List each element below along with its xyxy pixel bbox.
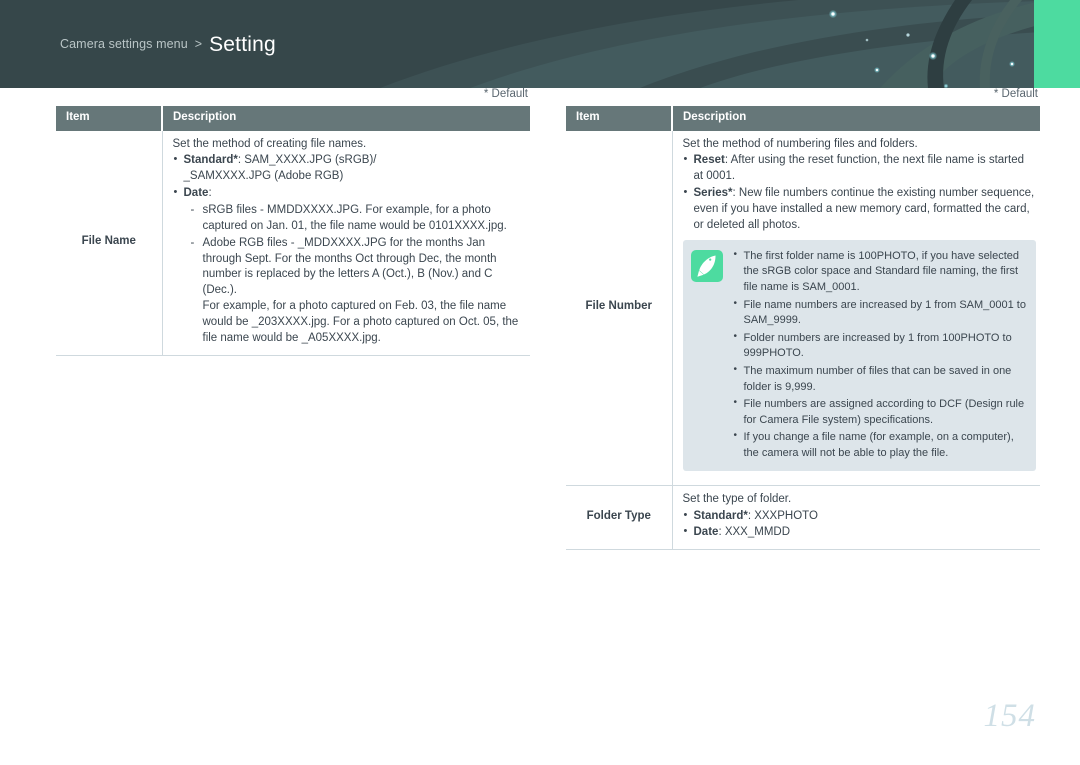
table-row: File Name Set the method of creating fil…	[56, 130, 530, 356]
option-value: : XXXPHOTO	[747, 509, 818, 522]
row-description: Set the method of creating file names. S…	[162, 130, 530, 356]
note-callout-box: The first folder name is 100PHOTO, if yo…	[682, 239, 1036, 471]
list-item: The maximum number of files that can be …	[732, 363, 1027, 395]
list-item: Standard*: SAM_XXXX.JPG (sRGB)/ _SAMXXXX…	[173, 152, 527, 185]
list-item: Adobe RGB files - _MDDXXXX.JPG for the m…	[190, 236, 527, 347]
sub-item-paragraph: For example, for a photo captured on Feb…	[202, 300, 519, 344]
list-item: Reset: After using the reset function, t…	[683, 152, 1037, 185]
breadcrumb-parent: Camera settings menu	[60, 37, 188, 51]
row-description: Set the type of folder. Standard*: XXXPH…	[672, 485, 1040, 551]
column-header-description: Description	[672, 105, 1040, 131]
row-description: Set the method of numbering files and fo…	[672, 130, 1040, 486]
option-value: : New file numbers continue the existing…	[693, 187, 1035, 231]
column-header-description: Description	[162, 105, 530, 131]
list-item: File name numbers are increased by 1 fro…	[732, 297, 1027, 329]
description-lead: Set the type of folder.	[682, 492, 792, 505]
list-item: The first folder name is 100PHOTO, if yo…	[732, 248, 1027, 296]
list-item: Series*: New file numbers continue the e…	[683, 185, 1037, 234]
pencil-glyph	[696, 255, 716, 277]
page-number: 154	[983, 698, 1036, 734]
left-default-marker: * Default	[483, 88, 528, 100]
page-title: Setting	[209, 33, 276, 56]
description-bullet-list: Standard*: SAM_XXXX.JPG (sRGB)/ _SAMXXXX…	[173, 152, 527, 347]
option-label-standard: Standard	[693, 509, 744, 522]
option-value-continued: _SAMXXXX.JPG (Adobe RGB)	[183, 170, 344, 183]
option-label-standard: Standard	[183, 154, 234, 167]
column-header-item: Item	[56, 105, 163, 131]
pencil-note-icon	[690, 249, 723, 282]
note-list: The first folder name is 100PHOTO, if yo…	[732, 248, 1027, 462]
list-item: Date: XXX_MMDD	[683, 524, 1037, 541]
list-item: File numbers are assigned according to D…	[732, 396, 1027, 428]
table-header-row: Item Description	[56, 105, 530, 131]
header-accent-strip	[1034, 0, 1080, 88]
right-column: * Default Item Description File Number S…	[566, 88, 1040, 551]
sub-item-text: Adobe RGB files - _MDDXXXX.JPG for the m…	[202, 236, 497, 297]
option-value: : After using the reset function, the ne…	[693, 154, 1025, 183]
left-column: * Default Item Description File Name Set…	[56, 88, 530, 356]
list-item: Standard*: XXXPHOTO	[683, 508, 1037, 525]
page-header-banner: Camera settings menu > Setting	[0, 0, 1080, 88]
date-sub-list: sRGB files - MMDDXXXX.JPG. For example, …	[190, 203, 527, 347]
sub-item-text: sRGB files - MMDDXXXX.JPG. For example, …	[202, 204, 507, 232]
breadcrumb: Camera settings menu > Setting	[60, 0, 276, 88]
description-lead: Set the method of creating file names.	[172, 137, 367, 150]
right-default-marker: * Default	[993, 88, 1038, 100]
list-item: If you change a file name (for example, …	[732, 429, 1027, 461]
option-label-date: Date	[693, 526, 719, 539]
file-number-settings-table: Item Description File Number Set the met…	[566, 105, 1040, 551]
description-bullet-list: Reset: After using the reset function, t…	[683, 152, 1037, 234]
row-item-label: Folder Type	[566, 485, 673, 551]
column-header-item: Item	[566, 105, 673, 131]
page-content: * Default Item Description File Name Set…	[0, 88, 1080, 765]
row-item-label: File Number	[566, 130, 673, 486]
description-bullet-list: Standard*: XXXPHOTO Date: XXX_MMDD	[683, 508, 1037, 542]
table-row: Folder Type Set the type of folder. Stan…	[566, 485, 1040, 551]
description-lead: Set the method of numbering files and fo…	[682, 137, 918, 150]
option-label-series: Series	[693, 187, 729, 200]
option-label-reset: Reset	[693, 154, 725, 167]
table-row: File Number Set the method of numbering …	[566, 130, 1040, 486]
list-item: sRGB files - MMDDXXXX.JPG. For example, …	[190, 203, 527, 235]
option-value: : SAM_XXXX.JPG (sRGB)/	[237, 154, 377, 167]
option-value: : XXX_MMDD	[718, 526, 791, 539]
file-name-settings-table: Item Description File Name Set the metho…	[56, 105, 530, 356]
table-header-row: Item Description	[566, 105, 1040, 131]
row-item-label: File Name	[56, 130, 163, 356]
option-label-date: Date	[183, 187, 209, 200]
list-item: Date: sRGB files - MMDDXXXX.JPG. For exa…	[173, 185, 527, 347]
list-item: Folder numbers are increased by 1 from 1…	[732, 330, 1027, 362]
option-value: :	[208, 187, 212, 200]
breadcrumb-separator-icon: >	[194, 37, 203, 51]
